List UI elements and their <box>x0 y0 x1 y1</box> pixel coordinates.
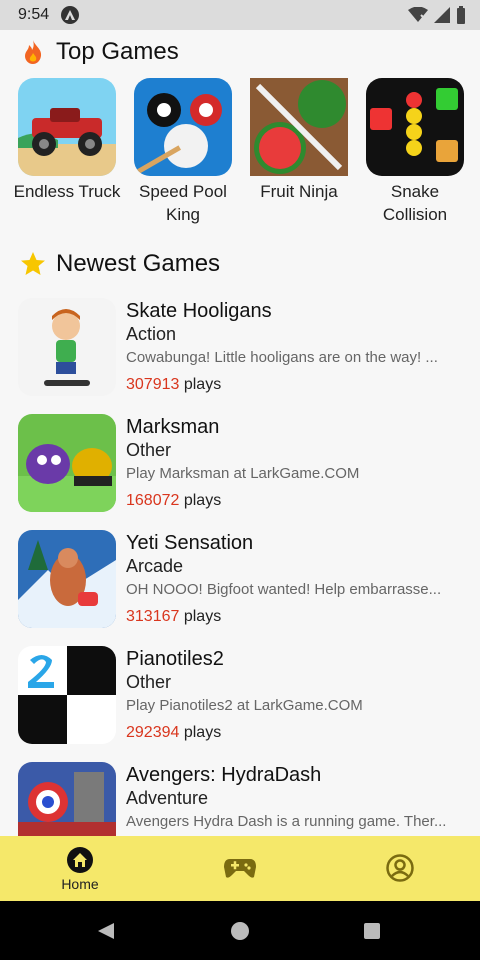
profile-icon <box>386 853 414 882</box>
nav-home-label: Home <box>61 875 99 892</box>
game-description: Cowabunga! Little hooligans are on the w… <box>126 349 438 366</box>
star-icon <box>21 252 45 275</box>
game-title: Marksman <box>126 416 220 438</box>
game-category: Arcade <box>126 556 184 576</box>
play-count-number: 313167 <box>126 608 180 625</box>
nav-games[interactable] <box>160 836 320 901</box>
top-game-tile[interactable]: Fruit Ninja <box>241 78 357 203</box>
recents-icon[interactable] <box>362 921 382 941</box>
wifi-icon <box>408 7 428 22</box>
newest-games-heading: Newest Games <box>20 250 220 278</box>
play-count-label: plays <box>183 492 222 509</box>
game-thumbnail <box>18 530 116 628</box>
play-count-label: plays <box>183 608 222 625</box>
top-games-heading: Top Games <box>20 38 179 66</box>
game-thumbnail <box>366 78 464 176</box>
play-count-number: 168072 <box>126 492 180 509</box>
nav-profile[interactable] <box>320 836 480 901</box>
top-game-tile[interactable]: Endless Truck <box>9 78 125 203</box>
list-item[interactable]: Pianotiles2 Other Play Pianotiles2 at La… <box>0 646 480 762</box>
system-navigation-bar <box>0 901 480 960</box>
fire-icon <box>25 40 42 64</box>
play-count: 292394 plays <box>126 724 221 742</box>
list-item[interactable]: Skate Hooligans Action Cowabunga! Little… <box>0 298 480 414</box>
game-thumbnail <box>18 78 116 176</box>
game-description: Play Marksman at LarkGame.COM <box>126 465 360 482</box>
game-thumbnail <box>250 78 348 176</box>
game-description: OH NOOO! Bigfoot wanted! Help embarrasse… <box>126 581 442 598</box>
signal-icon <box>434 7 450 23</box>
game-title: Skate Hooligans <box>126 300 272 322</box>
game-title: Avengers: HydraDash <box>126 764 322 786</box>
game-title: Pianotiles2 <box>126 648 224 670</box>
status-bar: 9:54 <box>0 0 480 30</box>
battery-icon <box>457 6 465 24</box>
top-game-name: Fruit Ninja <box>260 182 338 201</box>
top-game-tile[interactable]: Snake Collision <box>357 78 473 226</box>
game-category: Other <box>126 440 172 460</box>
nav-home[interactable]: Home <box>0 836 160 901</box>
top-game-name: Speed Pool King <box>139 182 227 224</box>
home-system-icon[interactable] <box>230 921 250 941</box>
top-game-name: Endless Truck <box>13 182 121 201</box>
status-time: 9:54 <box>18 6 50 23</box>
game-description: Avengers Hydra Dash is a running game. T… <box>126 813 447 830</box>
list-item[interactable]: Marksman Other Play Marksman at LarkGame… <box>0 414 480 530</box>
game-thumbnail <box>18 298 116 396</box>
bottom-navigation: Home <box>0 836 480 901</box>
play-count-number: 292394 <box>126 724 180 741</box>
play-count: 168072 plays <box>126 492 221 510</box>
app-notification-icon <box>61 6 80 24</box>
top-games-title: Top Games <box>56 38 179 65</box>
game-category: Other <box>126 672 172 692</box>
top-game-tile[interactable]: Speed Pool King <box>125 78 241 226</box>
play-count: 307913 plays <box>126 376 221 394</box>
game-thumbnail <box>18 646 116 744</box>
play-count-label: plays <box>183 376 222 393</box>
play-count: 313167 plays <box>126 608 221 626</box>
game-thumbnail <box>18 762 116 836</box>
game-category: Adventure <box>126 788 209 808</box>
home-icon <box>67 846 93 873</box>
list-item[interactable]: Yeti Sensation Arcade OH NOOO! Bigfoot w… <box>0 530 480 646</box>
top-game-tile-partial[interactable] <box>473 78 480 176</box>
back-icon[interactable] <box>96 921 116 941</box>
game-thumbnail <box>18 414 116 512</box>
newest-games-title: Newest Games <box>56 250 221 277</box>
top-game-name: Snake Collision <box>382 182 448 224</box>
play-count-label: plays <box>183 724 222 741</box>
gamepad-icon <box>224 858 256 878</box>
list-item[interactable]: Avengers: HydraDash Adventure Avengers H… <box>0 762 480 836</box>
game-thumbnail <box>134 78 232 176</box>
play-count-number: 307913 <box>126 376 180 393</box>
top-games-carousel[interactable]: Endless Truck Speed Pool King Fruit Ninj <box>0 78 480 238</box>
game-description: Play Pianotiles2 at LarkGame.COM <box>126 697 363 714</box>
game-category: Action <box>126 324 177 344</box>
game-title: Yeti Sensation <box>126 532 254 554</box>
